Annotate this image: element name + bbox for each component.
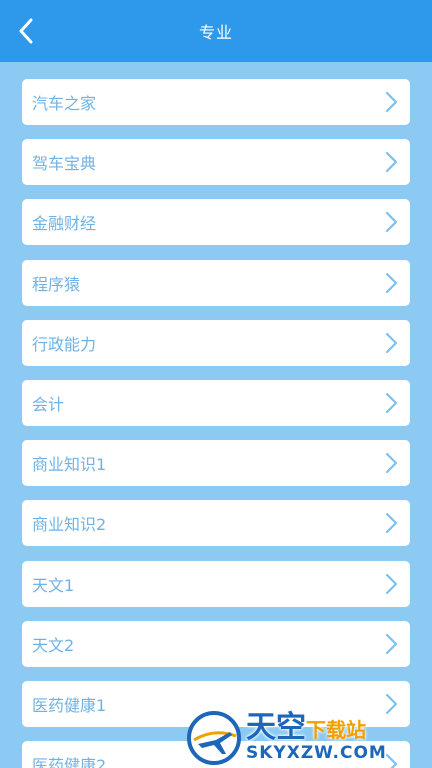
chevron-right-icon [382,633,400,655]
list-item-label: 商业知识1 [32,455,107,475]
chevron-right-icon [382,272,400,294]
chevron-right-icon [382,332,400,354]
list-item-label: 天文2 [32,635,75,655]
watermark: 天空 下载站 SKYXZW.COM [186,707,432,768]
chevron-right-icon [382,211,400,233]
list-item[interactable]: 商业知识2 [22,500,410,547]
list-item[interactable]: 行政能力 [22,319,410,366]
list-item-label: 医药健康1 [32,695,107,715]
watermark-brand-secondary: 下载站 [306,718,366,742]
list-item[interactable]: 驾车宝典 [22,139,410,186]
chevron-right-icon [382,573,400,595]
chevron-right-icon [382,392,400,414]
back-button[interactable] [8,13,44,49]
list-item-label: 行政能力 [32,334,97,354]
list-item[interactable]: 天文2 [22,620,410,667]
category-list: 汽车之家 驾车宝典 金融财经 程序猿 行政能力 会计 商业知识1 商业知识2 天… [22,79,410,768]
watermark-brand-main: 天空 [246,710,306,745]
chevron-left-icon [19,18,33,44]
chevron-right-icon [382,151,400,173]
list-item[interactable]: 会计 [22,379,410,426]
list-item[interactable]: 汽车之家 [22,79,410,125]
list-item-label: 天文1 [32,575,75,595]
list-item-label: 程序猿 [32,274,81,294]
chevron-right-icon [382,512,400,534]
site-logo-icon [187,710,241,765]
chevron-right-icon [382,452,400,474]
list-item-label: 商业知识2 [32,515,107,535]
list-item-label: 医药健康2 [32,756,107,768]
list-item-label: 会计 [32,394,65,414]
list-item-label: 汽车之家 [32,94,97,113]
page-title: 专业 [198,23,233,42]
list-item[interactable]: 天文1 [22,560,410,607]
list-item[interactable]: 程序猿 [22,259,410,306]
list-item[interactable]: 商业知识1 [22,440,410,487]
list-item-label: 驾车宝典 [32,154,97,174]
watermark-domain: SKYXZW.COM [246,743,387,763]
header-bar: 专业 [0,0,432,62]
chevron-right-icon [382,91,400,113]
list-item[interactable]: 金融财经 [22,199,410,246]
list-item-label: 金融财经 [32,214,97,234]
